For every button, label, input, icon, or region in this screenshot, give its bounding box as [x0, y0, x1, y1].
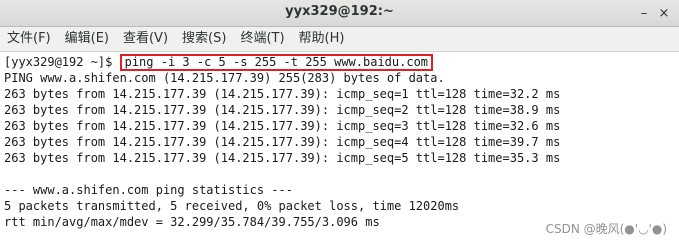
shell-prompt: [yyx329@192 ~]$: [4, 55, 120, 69]
output-line: 263 bytes from 14.215.177.39 (14.215.177…: [4, 151, 561, 165]
title-bar[interactable]: yyx329@192:~ – ×: [0, 0, 679, 27]
stats-header-line: --- www.a.shifen.com ping statistics ---: [4, 183, 293, 197]
menu-search[interactable]: 搜索(S): [175, 28, 233, 50]
menu-terminal[interactable]: 终端(T): [233, 28, 291, 50]
output-line: 263 bytes from 14.215.177.39 (14.215.177…: [4, 103, 561, 117]
csdn-watermark: CSDN @晚风(●'◡'●): [545, 222, 667, 236]
stats-rtt-line: rtt min/avg/max/mdev = 32.299/35.784/39.…: [4, 215, 380, 229]
close-icon[interactable]: ×: [655, 4, 673, 22]
ping-command: ping -i 3 -c 5 -s 255 -t 255 www.baidu.c…: [119, 54, 434, 71]
menu-help[interactable]: 帮助(H): [292, 28, 352, 50]
menu-edit[interactable]: 编辑(E): [58, 28, 116, 50]
output-line: 263 bytes from 14.215.177.39 (14.215.177…: [4, 87, 561, 101]
prompt-line: [yyx329@192 ~]$ ping -i 3 -c 5 -s 255 -t…: [4, 54, 434, 71]
window-controls: – ×: [635, 4, 673, 22]
terminal-window: yyx329@192:~ – × 文件(F) 编辑(E) 查看(V) 搜索(S)…: [0, 0, 679, 241]
window-title: yyx329@192:~: [285, 4, 394, 19]
menu-file[interactable]: 文件(F): [0, 28, 58, 50]
output-line: 263 bytes from 14.215.177.39 (14.215.177…: [4, 119, 561, 133]
menu-view[interactable]: 查看(V): [116, 28, 175, 50]
terminal-output[interactable]: [yyx329@192 ~]$ ping -i 3 -c 5 -s 255 -t…: [0, 52, 679, 241]
output-line: PING www.a.shifen.com (14.215.177.39) 25…: [4, 71, 445, 85]
menu-bar: 文件(F) 编辑(E) 查看(V) 搜索(S) 终端(T) 帮助(H): [0, 27, 679, 52]
minimize-icon[interactable]: –: [635, 4, 653, 22]
stats-packets-line: 5 packets transmitted, 5 received, 0% pa…: [4, 199, 460, 213]
output-line: 263 bytes from 14.215.177.39 (14.215.177…: [4, 135, 561, 149]
